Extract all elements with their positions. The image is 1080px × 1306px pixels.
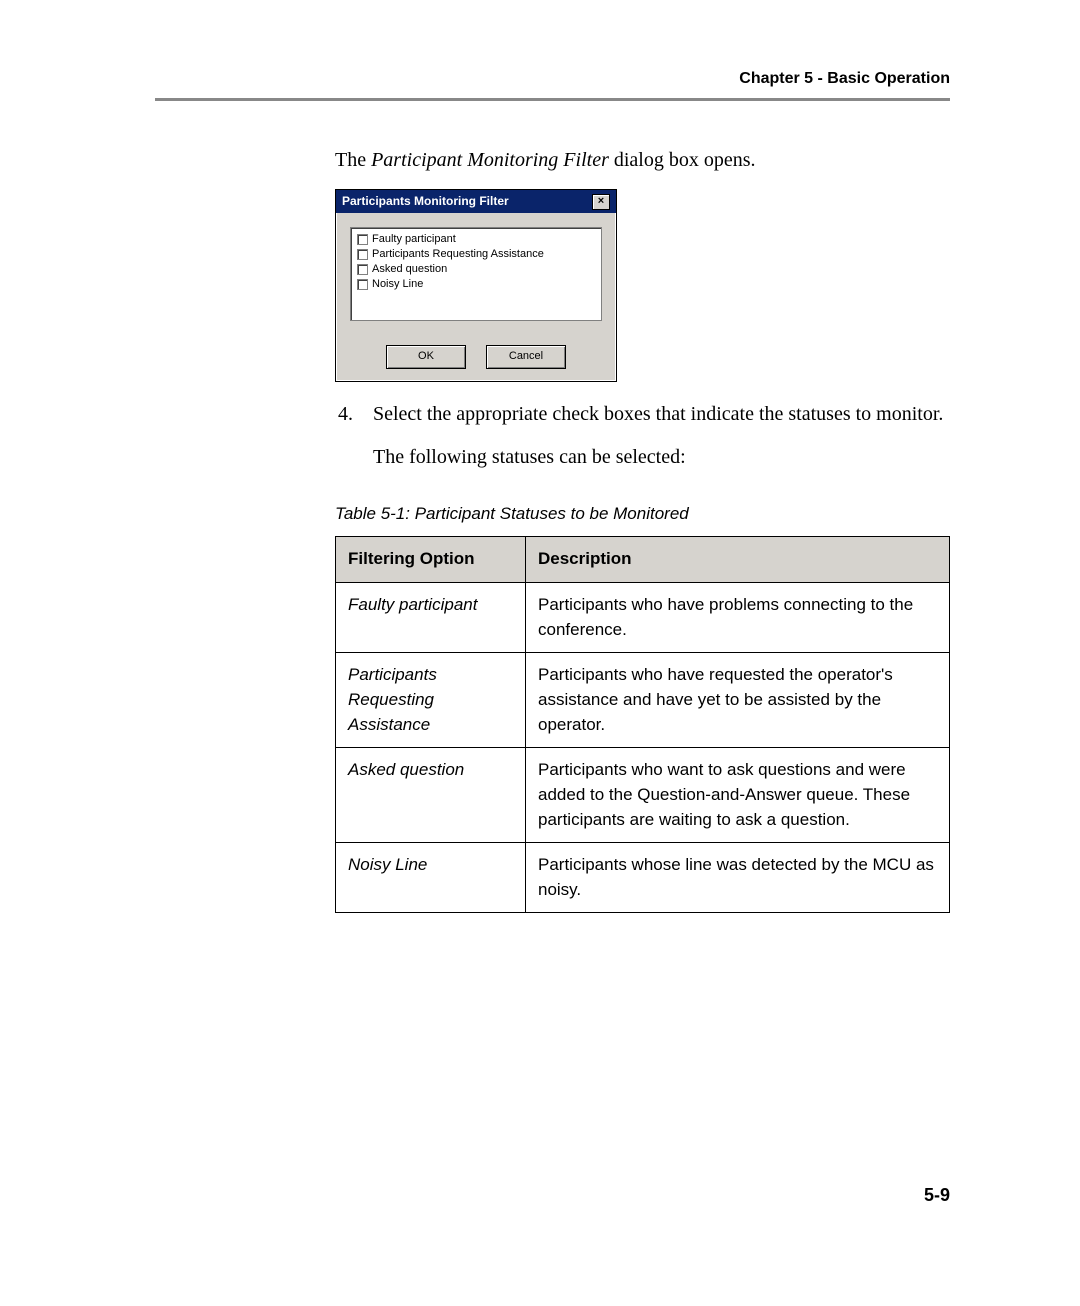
ok-button[interactable]: OK [386,345,466,369]
table-row: Asked question Participants who want to … [336,748,950,843]
table-row: Noisy Line Participants whose line was d… [336,843,950,913]
dialog-title-text: Participants Monitoring Filter [342,193,509,210]
checkbox-label: Participants Requesting Assistance [372,247,544,262]
table-row: Faulty participant Participants who have… [336,583,950,653]
checkbox-participants-requesting-assistance[interactable]: Participants Requesting Assistance [357,247,595,262]
checkbox-label: Asked question [372,262,447,277]
checkbox-icon [357,264,368,275]
table-cell-desc: Participants whose line was detected by … [526,843,950,913]
page-number: 5-9 [924,1185,950,1206]
cancel-button[interactable]: Cancel [486,345,566,369]
dialog-body: Faulty participant Participants Requesti… [336,213,616,334]
table-header-option: Filtering Option [336,537,526,583]
dialog-button-row: OK Cancel [336,335,616,381]
checkbox-asked-question[interactable]: Asked question [357,262,595,277]
checkbox-icon [357,279,368,290]
table-header-description: Description [526,537,950,583]
table-cell-option: Noisy Line [336,843,526,913]
checkbox-label: Faulty participant [372,232,456,247]
following-text: The following statuses can be selected: [373,443,950,472]
checkbox-icon [357,234,368,245]
close-icon[interactable]: × [592,194,610,210]
intro-italic: Participant Monitoring Filter [371,149,609,171]
checkbox-faulty-participant[interactable]: Faulty participant [357,232,595,247]
page-header: Chapter 5 - Basic Operation [155,70,950,98]
intro-paragraph: The Participant Monitoring Filter dialog… [335,146,950,175]
checkbox-noisy-line[interactable]: Noisy Line [357,277,595,292]
checkbox-icon [357,249,368,260]
participants-monitoring-filter-dialog: Participants Monitoring Filter × Faulty … [335,189,617,382]
table-cell-option: Faulty participant [336,583,526,653]
step-number: 4. [335,400,353,429]
table-cell-option: Asked question [336,748,526,843]
table-caption: Table 5-1: Participant Statuses to be Mo… [335,502,950,527]
filter-checkbox-list: Faulty participant Participants Requesti… [350,227,602,320]
dialog-titlebar: Participants Monitoring Filter × [336,190,616,213]
table-cell-desc: Participants who want to ask questions a… [526,748,950,843]
participant-statuses-table: Filtering Option Description Faulty part… [335,536,950,913]
table-cell-desc: Participants who have requested the oper… [526,653,950,748]
checkbox-label: Noisy Line [372,277,423,292]
step-4: 4. Select the appropriate check boxes th… [335,400,950,429]
intro-pre: The [335,149,371,171]
table-cell-desc: Participants who have problems connectin… [526,583,950,653]
intro-post: dialog box opens. [609,149,756,171]
header-rule [155,98,950,101]
table-row: Participants Requesting Assistance Parti… [336,653,950,748]
step-text: Select the appropriate check boxes that … [373,400,943,429]
table-cell-option: Participants Requesting Assistance [336,653,526,748]
